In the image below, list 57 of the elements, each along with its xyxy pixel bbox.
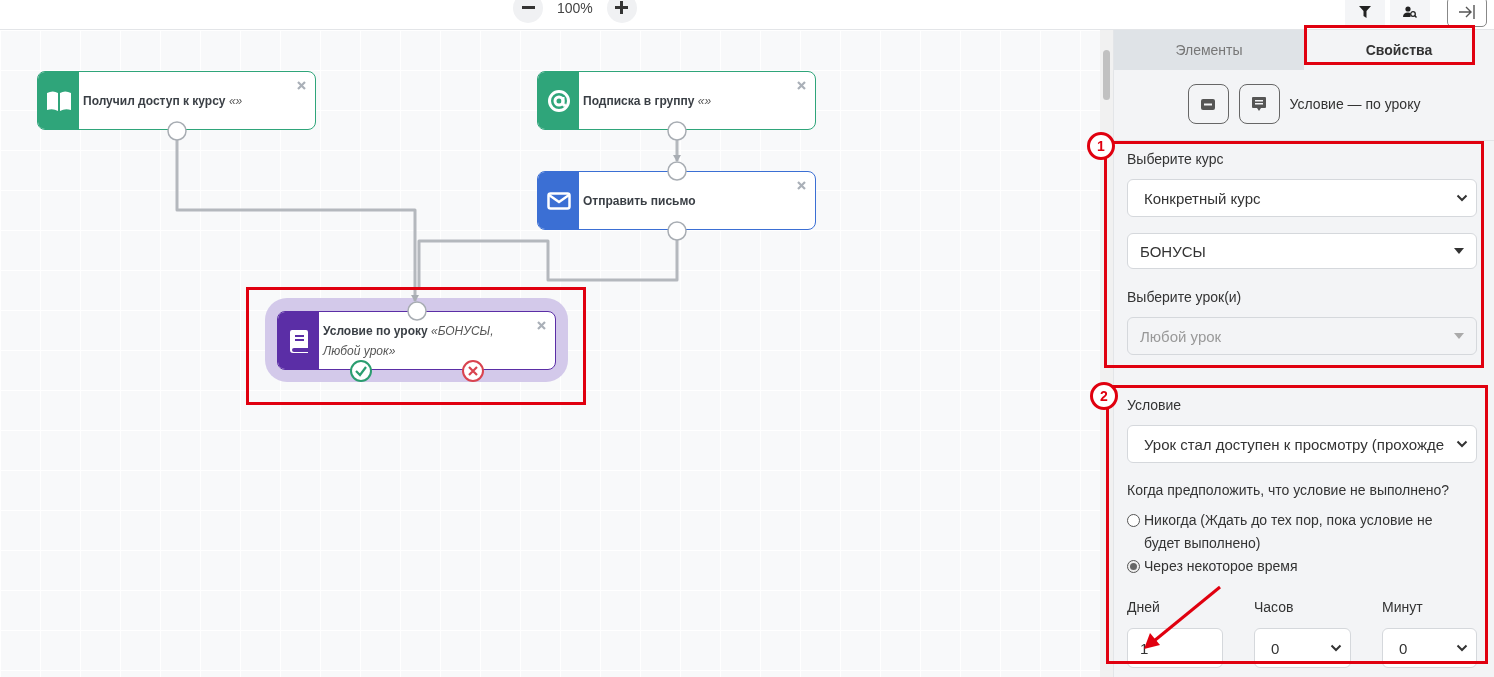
minus-icon <box>521 6 535 9</box>
field-label: Условие <box>1127 397 1183 414</box>
card-icon <box>1201 98 1216 110</box>
port-circle[interactable] <box>407 301 427 321</box>
filter-icon <box>1359 5 1371 18</box>
comment-icon <box>1252 97 1267 111</box>
flow-node[interactable]: Получил доступ к курсу «» <box>37 71 316 130</box>
port-circle[interactable] <box>667 161 687 181</box>
comment-button[interactable] <box>1238 84 1280 124</box>
chevron-down-icon <box>1330 644 1342 652</box>
caret-down-icon <box>1454 333 1464 339</box>
node-label: Получил доступ к курсу «» <box>82 92 244 110</box>
flow-node[interactable]: Отправить письмо <box>537 171 816 230</box>
time-select[interactable]: 0 <box>1382 628 1477 668</box>
node-label: Условие по уроку «БОНУСЫ, Любой урок» <box>321 322 495 360</box>
arrow-to-bar-icon <box>1459 4 1475 19</box>
flow-node[interactable]: Подписка в группу «» <box>537 71 816 130</box>
chevron-down-icon <box>1456 194 1468 202</box>
radio-button[interactable] <box>1127 514 1140 527</box>
port-circle[interactable] <box>167 121 187 141</box>
field-label: Минут <box>1382 599 1424 616</box>
flow-node[interactable]: Условие по уроку «БОНУСЫ, Любой урок» <box>277 311 556 370</box>
zoom-out-button[interactable] <box>513 0 543 23</box>
radio-button[interactable] <box>1127 560 1140 573</box>
field-label: Выберите курс <box>1127 151 1225 168</box>
time-select[interactable]: 0 <box>1254 628 1351 668</box>
question-text: Когда предположить, что условие не выполнено? <box>1127 482 1451 499</box>
field-label: Выберите урок(и) <box>1127 289 1243 306</box>
open-book-icon <box>45 89 72 112</box>
port-circle[interactable] <box>667 121 687 141</box>
days-input[interactable]: 1 <box>1127 628 1223 668</box>
port-circle[interactable] <box>667 221 687 241</box>
user-search-icon <box>1403 5 1417 18</box>
filter-button[interactable] <box>1345 0 1385 25</box>
node-label: Отправить письмо <box>582 192 697 210</box>
course-type-select[interactable]: Конкретный курс <box>1127 179 1477 217</box>
book-icon <box>288 328 309 353</box>
plus-icon <box>615 1 629 14</box>
zoom-in-button[interactable] <box>606 0 637 23</box>
collapse-panel-button[interactable] <box>1447 0 1487 27</box>
envelope-icon <box>546 191 571 210</box>
zoom-level: 100% <box>557 0 593 16</box>
at-sign-icon <box>546 88 571 113</box>
field-label: Дней <box>1127 599 1161 616</box>
node-label: Подписка в группу «» <box>582 92 713 110</box>
user-search-button[interactable] <box>1390 0 1430 25</box>
radio-label[interactable]: Через некоторое время <box>1144 555 1318 578</box>
element-title: Условие — по уроку <box>1289 96 1421 112</box>
field-label: Часов <box>1254 599 1295 616</box>
chevron-down-icon <box>1456 644 1468 652</box>
scrollbar-thumb[interactable] <box>1103 50 1110 100</box>
condition-select[interactable]: Урок стал доступен к просмотру (прохожде <box>1127 425 1477 463</box>
card-view-button[interactable] <box>1187 84 1229 124</box>
radio-label[interactable]: Никогда (Ждать до тех пор, пока условие не будет выполнено) <box>1144 509 1477 555</box>
caret-down-icon <box>1454 248 1464 254</box>
course-select[interactable]: БОНУСЫ <box>1127 233 1477 269</box>
chevron-down-icon <box>1456 440 1468 448</box>
